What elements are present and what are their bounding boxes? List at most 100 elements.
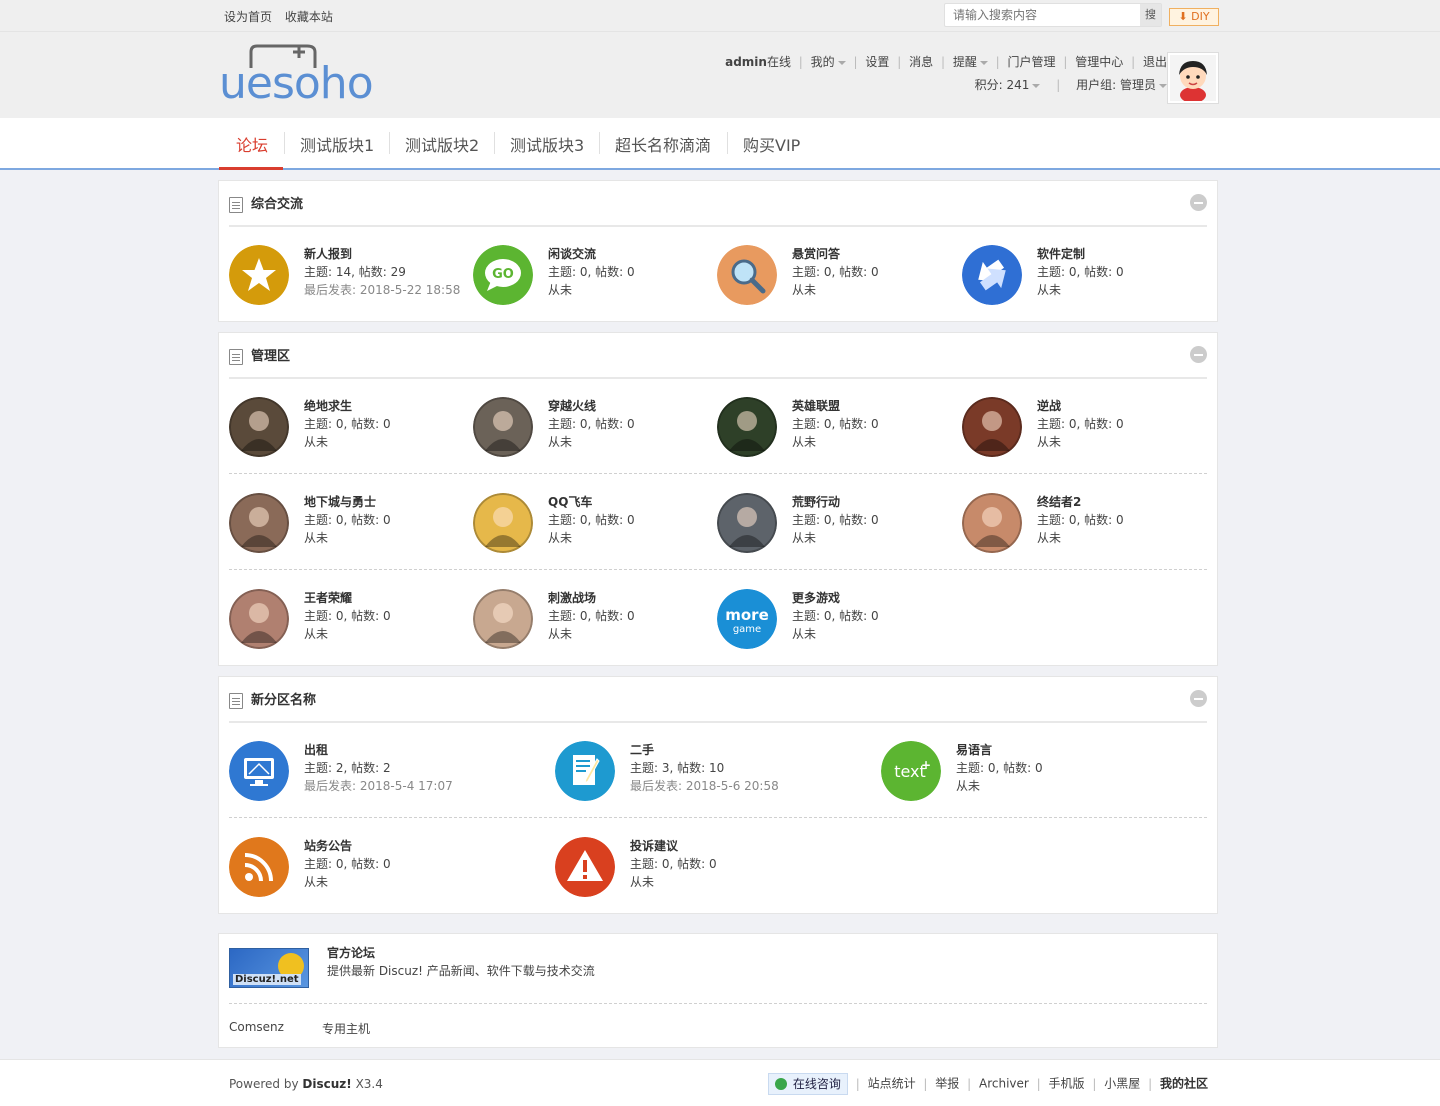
magnifier-icon[interactable] <box>717 245 777 305</box>
site-logo[interactable]: uesoho <box>219 42 379 109</box>
forum-name[interactable]: 闲谈交流 <box>548 245 596 262</box>
forum-name[interactable]: 悬赏问答 <box>792 245 840 262</box>
nav-tab[interactable]: 测试版块1 <box>300 132 374 156</box>
caret-icon <box>837 60 846 65</box>
game-avatar-icon[interactable] <box>473 589 533 649</box>
rss-icon[interactable] <box>229 837 289 897</box>
down-arrow-icon: ⬇ <box>1178 10 1188 23</box>
section-title[interactable]: 综合交流 <box>251 197 303 212</box>
forum-item: 投诉建议 主题: 0, 帖数: 0 从未 <box>555 837 785 899</box>
forum-name[interactable]: 绝地求生 <box>304 397 352 414</box>
usergroup-menu[interactable]: 用户组: 管理员 <box>1076 78 1167 92</box>
my-menu[interactable]: 我的 <box>811 55 846 69</box>
game-avatar-icon[interactable] <box>229 589 289 649</box>
credits-menu[interactable]: 积分: 241 <box>975 78 1041 92</box>
document-edit-icon[interactable] <box>555 741 615 801</box>
document-icon <box>229 196 243 213</box>
portal-admin-link[interactable]: 门户管理 <box>1008 55 1056 69</box>
blacklist-link[interactable]: 小黑屋 <box>1104 1077 1140 1091</box>
username-link[interactable]: admin在线 <box>725 55 791 69</box>
forum-name[interactable]: 站务公告 <box>304 837 352 854</box>
forum-section: 管理区 绝地求生 主题: 0, 帖数: 0 从未 穿越火线 主题: 0, 帖数: 0 从未英… <box>218 332 1218 666</box>
forum-name[interactable]: 逆战 <box>1037 397 1061 414</box>
bookmark-link[interactable]: 收藏本站 <box>285 10 333 24</box>
forum-name[interactable]: 地下城与勇士 <box>304 493 376 510</box>
search-input[interactable] <box>945 4 1135 26</box>
official-forum-title[interactable]: 官方论坛 <box>327 944 375 961</box>
forum-stats: 主题: 14, 帖数: 29 <box>304 265 406 279</box>
discuz-brand-link[interactable]: Discuz! <box>302 1077 351 1091</box>
collapse-toggle-icon[interactable] <box>1190 346 1207 363</box>
game-avatar-icon[interactable] <box>473 397 533 457</box>
monitor-icon[interactable] <box>229 741 289 801</box>
game-avatar-icon[interactable] <box>717 493 777 553</box>
forum-name[interactable]: 更多游戏 <box>792 589 840 606</box>
forum-name[interactable]: 穿越火线 <box>548 397 596 414</box>
forum-last-post: 从未 <box>1037 531 1062 545</box>
forum-name[interactable]: 英雄联盟 <box>792 397 840 414</box>
messages-link[interactable]: 消息 <box>909 55 933 69</box>
forum-name[interactable]: 易语言 <box>956 741 992 758</box>
nav-divider <box>389 132 390 154</box>
forum-item: 二手 主题: 3, 帖数: 10 最后发表: 2018-5-6 20:58 <box>555 741 785 803</box>
section-header: 综合交流 <box>229 193 303 213</box>
hosting-link[interactable]: 专用主机 <box>322 1020 370 1037</box>
forum-name[interactable]: 终结者2 <box>1037 493 1081 510</box>
forum-name[interactable]: QQ飞车 <box>548 493 592 510</box>
footer: Powered by Discuz! X3.4 在线咨询 | 站点统计 | 举报… <box>0 1059 1440 1106</box>
my-community-link[interactable]: 我的社区 <box>1160 1077 1208 1091</box>
set-homepage-link[interactable]: 设为首页 <box>224 10 272 24</box>
nav-divider <box>494 132 495 154</box>
forum-name[interactable]: 投诉建议 <box>630 837 678 854</box>
chat-bubble-icon[interactable]: GO <box>473 245 533 305</box>
forum-last-post[interactable]: 最后发表: 2018-5-6 20:58 <box>630 777 779 794</box>
admin-center-link[interactable]: 管理中心 <box>1075 55 1123 69</box>
collapse-toggle-icon[interactable] <box>1190 194 1207 211</box>
collapse-toggle-icon[interactable] <box>1190 690 1207 707</box>
forum-last-post[interactable]: 最后发表: 2018-5-22 18:58 <box>304 281 460 298</box>
section-title[interactable]: 管理区 <box>251 349 290 364</box>
forum-name[interactable]: 刺激战场 <box>548 589 596 606</box>
nav-tab[interactable]: 测试版块3 <box>510 132 584 156</box>
forum-name[interactable]: 出租 <box>304 741 328 758</box>
site-stats-link[interactable]: 站点统计 <box>868 1077 916 1091</box>
discuz-logo[interactable]: Discuz!.net <box>229 948 309 988</box>
mobile-link[interactable]: 手机版 <box>1049 1077 1085 1091</box>
report-link[interactable]: 举报 <box>935 1077 959 1091</box>
archiver-link[interactable]: Archiver <box>979 1077 1029 1091</box>
online-consult-button[interactable]: 在线咨询 <box>767 1073 848 1095</box>
comsenz-link[interactable]: Comsenz <box>229 1020 284 1034</box>
forum-name[interactable]: 软件定制 <box>1037 245 1085 262</box>
settings-link[interactable]: 设置 <box>865 55 889 69</box>
search-button[interactable]: 搜 <box>1140 4 1161 26</box>
forum-name[interactable]: 荒野行动 <box>792 493 840 510</box>
game-avatar-icon[interactable] <box>717 397 777 457</box>
nav-tab[interactable]: 超长名称滴滴 <box>615 132 711 156</box>
forum-stats: 主题: 0, 帖数: 0 <box>1037 265 1124 279</box>
document-icon <box>229 348 243 365</box>
more-game-icon[interactable]: more game <box>717 589 777 649</box>
header: uesoho admin在线 | 我的 | 设置 | 消息 | 提醒 | 门户管… <box>0 32 1440 118</box>
diy-button[interactable]: ⬇ DIY <box>1169 8 1219 26</box>
nav-tab[interactable]: 购买VIP <box>743 132 800 156</box>
text-plus-icon[interactable]: text + <box>881 741 941 801</box>
logout-link[interactable]: 退出 <box>1143 55 1167 69</box>
nav-tab[interactable]: 测试版块2 <box>405 132 479 156</box>
game-avatar-icon[interactable] <box>962 493 1022 553</box>
forum-name[interactable]: 王者荣耀 <box>304 589 352 606</box>
game-avatar-icon[interactable] <box>229 493 289 553</box>
forum-stats: 主题: 0, 帖数: 0 <box>1037 513 1124 527</box>
nav-tab[interactable]: 论坛 <box>236 132 268 156</box>
arrows-icon[interactable] <box>962 245 1022 305</box>
forum-last-post[interactable]: 最后发表: 2018-5-4 17:07 <box>304 777 453 794</box>
forum-name[interactable]: 二手 <box>630 741 654 758</box>
star-icon[interactable] <box>229 245 289 305</box>
game-avatar-icon[interactable] <box>962 397 1022 457</box>
avatar[interactable] <box>1167 52 1219 104</box>
warning-icon[interactable] <box>555 837 615 897</box>
notice-menu[interactable]: 提醒 <box>953 55 988 69</box>
game-avatar-icon[interactable] <box>473 493 533 553</box>
section-title[interactable]: 新分区名称 <box>251 693 316 708</box>
forum-name[interactable]: 新人报到 <box>304 245 352 262</box>
game-avatar-icon[interactable] <box>229 397 289 457</box>
